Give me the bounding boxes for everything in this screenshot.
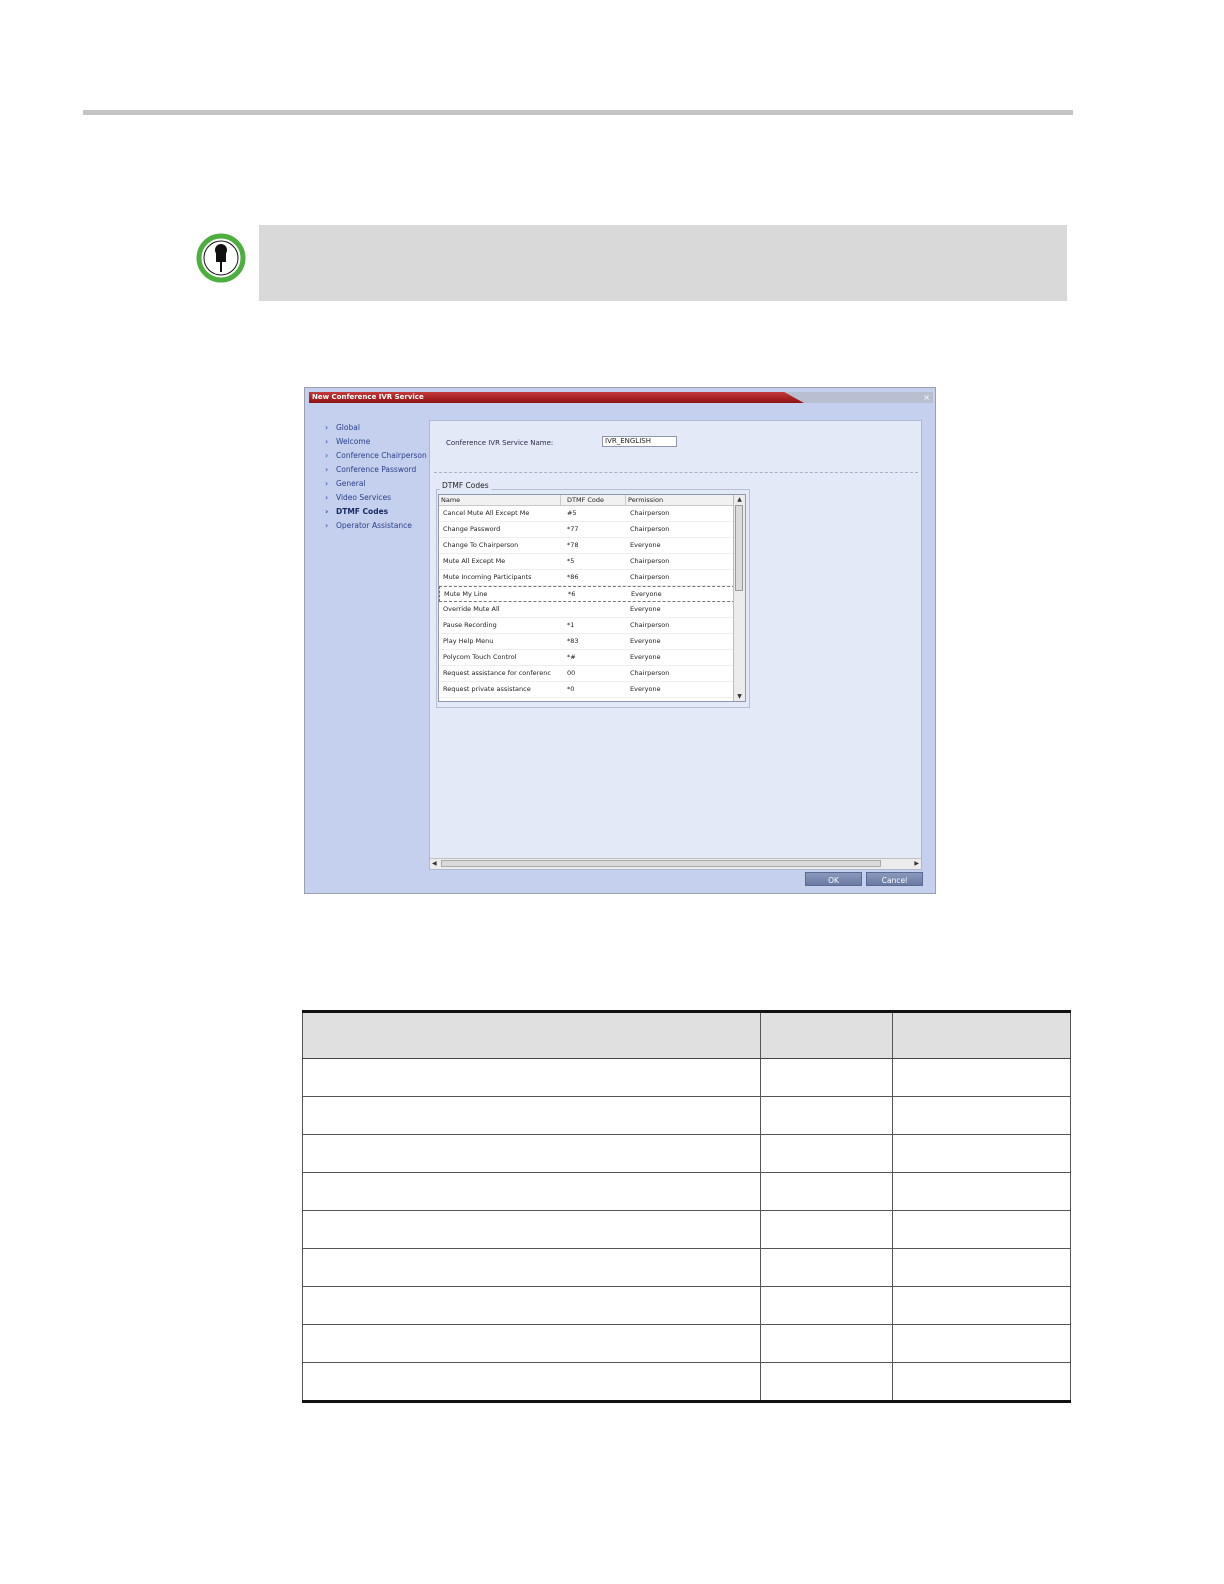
table-header-row [302,1010,1071,1059]
column-header-permission[interactable]: Permission [626,495,734,505]
service-name-label: Conference IVR Service Name: [446,439,554,447]
table-row [302,1248,1071,1287]
table-row[interactable]: Cancel Mute All Except Me #5 Chairperson [439,506,745,522]
chevron-right-icon: › [325,520,329,530]
dialog-nav: › Global › Welcome › Conference Chairperson… [325,420,435,532]
table-row[interactable]: Request private assistance *0 Everyone [439,682,745,698]
nav-item-conference-password[interactable]: › Conference Password [325,462,435,476]
table-row[interactable]: Change Password *77 Chairperson [439,522,745,538]
table-row[interactable]: Play Help Menu *83 Everyone [439,634,745,650]
chevron-right-icon: › [325,422,329,432]
nav-item-general[interactable]: › General [325,476,435,490]
nav-item-video-services[interactable]: › Video Services [325,490,435,504]
table-row[interactable]: Change To Chairperson *78 Everyone [439,538,745,554]
nav-item-operator-assistance[interactable]: › Operator Assistance [325,518,435,532]
table-row[interactable]: Pause Recording *1 Chairperson [439,618,745,634]
table-row [302,1096,1071,1135]
table-row [302,1134,1071,1173]
cancel-button[interactable]: Cancel [866,872,923,886]
table-row[interactable]: Polycom Touch Control *# Everyone [439,650,745,666]
dialog-titlebar: New Conference IVR Service × [309,392,933,403]
table-row[interactable]: Mute All Except Me *5 Chairperson [439,554,745,570]
dtmf-codes-grid: Name DTMF Code Permission Cancel Mute Al… [438,494,746,702]
table-row [302,1362,1071,1403]
column-header-name[interactable]: Name [439,495,561,505]
grid-vertical-scrollbar[interactable]: ▲ ▼ [733,495,745,701]
panel-horizontal-scrollbar[interactable]: ◀ ▶ [430,858,921,869]
scroll-left-icon[interactable]: ◀ [432,859,437,869]
scroll-thumb[interactable] [735,505,743,591]
table-row[interactable]: Request assistance for conferenc 00 Chairp… [439,666,745,682]
document-table [302,1010,1071,1403]
note-box [259,225,1067,301]
dtmf-group-label: DTMF Codes [440,481,491,490]
pushpin-note-icon [196,233,246,283]
table-row [302,1210,1071,1249]
chevron-right-icon: › [325,478,329,488]
column-header-dtmf-code[interactable]: DTMF Code [561,495,626,505]
nav-item-dtmf-codes[interactable]: › DTMF Codes [325,504,435,518]
chevron-right-icon: › [325,506,329,516]
nav-item-conference-chairperson[interactable]: › Conference Chairperson [325,448,435,462]
nav-item-global[interactable]: › Global [325,420,435,434]
header-rule [83,110,1073,115]
table-row[interactable]: Override Mute All Everyone [439,602,745,618]
ivr-service-dialog: New Conference IVR Service × › Global › We… [304,387,936,894]
chevron-right-icon: › [325,436,329,446]
close-icon[interactable]: × [923,392,930,403]
service-name-input[interactable] [602,436,677,447]
table-row [302,1172,1071,1211]
ok-button[interactable]: OK [805,872,862,886]
chevron-right-icon: › [325,450,329,460]
scroll-up-icon[interactable]: ▲ [734,495,745,504]
scroll-thumb[interactable] [441,860,881,867]
chevron-right-icon: › [325,464,329,474]
table-row [302,1286,1071,1325]
scroll-right-icon[interactable]: ▶ [914,859,919,869]
scroll-down-icon[interactable]: ▼ [734,692,745,701]
grid-header: Name DTMF Code Permission [439,495,745,506]
dialog-title: New Conference IVR Service [312,393,424,401]
chevron-right-icon: › [325,492,329,502]
table-row [302,1058,1071,1097]
table-row [302,1324,1071,1363]
table-row-selected[interactable]: Mute My Line *6 Everyone [439,586,745,602]
nav-item-welcome[interactable]: › Welcome [325,434,435,448]
divider [434,472,918,473]
content-panel: Conference IVR Service Name: DTMF Codes … [429,420,922,870]
table-row[interactable]: Mute Incoming Participants *86 Chairperson [439,570,745,586]
